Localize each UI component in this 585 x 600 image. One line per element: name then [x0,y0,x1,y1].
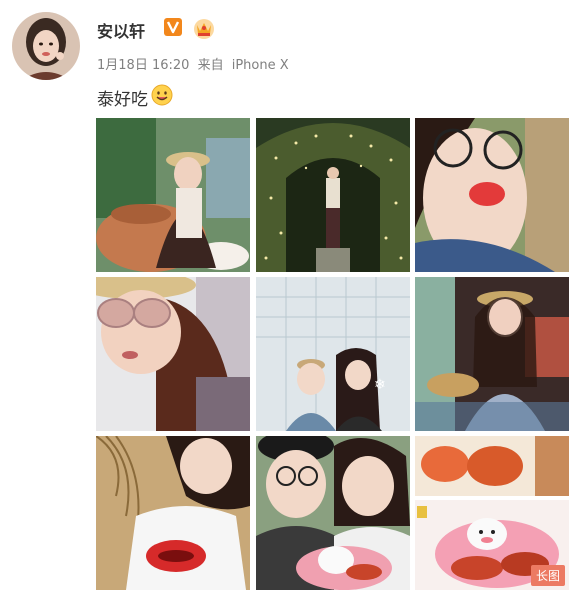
photo-9-long[interactable]: 长图 [415,436,569,590]
vip-crown-icon[interactable] [192,16,216,40]
photo-1[interactable] [96,118,250,272]
post-text: 泰好吃 [97,90,148,110]
smile-emoji-icon [151,84,173,106]
photo-8[interactable] [256,436,410,590]
post-meta: 1月18日 16:20 来自 iPhone X [97,54,289,73]
post-time[interactable]: 1月18日 16:20 [97,58,189,73]
photo-5[interactable]: ❄ [256,277,410,431]
photo-4[interactable] [96,277,250,431]
svg-text:❄: ❄ [374,377,386,393]
source-prefix: 来自 [197,58,224,73]
author-name[interactable]: 安以轩 [97,18,145,42]
verified-v-icon[interactable] [163,17,183,37]
photo-2[interactable] [256,118,410,272]
photo-6[interactable] [415,277,569,431]
long-image-badge: 长图 [530,565,565,586]
photo-3[interactable] [415,118,569,272]
author-avatar[interactable] [12,12,80,80]
photo-7[interactable] [96,436,250,590]
post-source[interactable]: iPhone X [232,58,289,73]
